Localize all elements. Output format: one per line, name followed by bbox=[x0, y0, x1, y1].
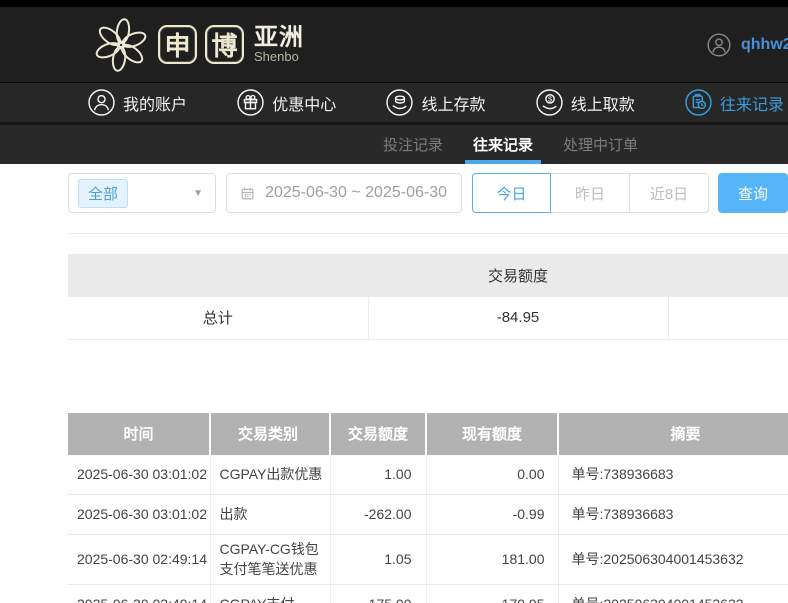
nav-item-records[interactable]: 往来记录 bbox=[685, 89, 784, 116]
nav-label: 线上取款 bbox=[571, 91, 635, 115]
site-header: 申 博 亚洲 Shenbo qhhw2 bbox=[0, 7, 788, 82]
tab-transaction-records[interactable]: 往来记录 bbox=[473, 125, 533, 164]
cell-type: CGPAY出款优惠 bbox=[210, 455, 330, 495]
active-tab-underline bbox=[465, 160, 541, 164]
withdraw-icon: $ bbox=[536, 89, 563, 116]
col-header-time: 时间 bbox=[68, 413, 210, 455]
logo-region-text: 亚洲 Shenbo bbox=[254, 25, 304, 64]
cell-time: 2025-06-30 02:49:14 bbox=[68, 535, 210, 585]
deposit-icon bbox=[386, 89, 413, 116]
nav-item-withdraw[interactable]: $ 线上取款 bbox=[536, 89, 635, 116]
gift-icon bbox=[237, 89, 264, 116]
cell-type: CGPAY支付 bbox=[210, 584, 330, 603]
today-button[interactable]: 今日 bbox=[472, 173, 551, 213]
quick-date-button-group: 今日 昨日 近8日 bbox=[472, 173, 709, 213]
summary-total-amount: -84.95 bbox=[368, 297, 668, 339]
caret-down-icon: ▼ bbox=[193, 188, 203, 199]
filter-divider bbox=[68, 233, 788, 234]
logo-region-en: Shenbo bbox=[254, 50, 304, 64]
logo-char-box: 博 bbox=[205, 25, 244, 64]
yesterday-button[interactable]: 昨日 bbox=[551, 173, 630, 213]
flower-logo-icon bbox=[92, 16, 150, 74]
user-icon bbox=[88, 89, 115, 116]
filter-row: 全部 ▼ 2025-06-30 ~ 2025-06-30 今日 昨日 近8日 查… bbox=[68, 173, 788, 213]
table-row: 2025-06-30 03:01:02 CGPAY出款优惠 1.00 0.00 … bbox=[68, 455, 788, 495]
nav-item-deposit[interactable]: 线上存款 bbox=[386, 89, 485, 116]
cell-memo: 单号:738936683 bbox=[558, 495, 788, 535]
cell-type: CGPAY-CG钱包支付笔笔送优惠 bbox=[210, 535, 330, 585]
summary-total-label: 总计 bbox=[68, 297, 368, 339]
cell-memo: 单号:202506304001453632 bbox=[558, 535, 788, 585]
cell-time: 2025-06-30 03:01:02 bbox=[68, 495, 210, 535]
col-header-type: 交易类别 bbox=[210, 413, 330, 455]
summary-header-count: 交易笔数 bbox=[668, 254, 788, 297]
nav-label: 往来记录 bbox=[720, 91, 784, 115]
cell-type: 出款 bbox=[210, 495, 330, 535]
user-account-area[interactable]: qhhw2 bbox=[707, 7, 788, 82]
cell-amount: 1.00 bbox=[330, 455, 426, 495]
records-icon bbox=[685, 89, 712, 116]
cell-amount: 175.00 bbox=[330, 584, 426, 603]
nav-label: 优惠中心 bbox=[272, 91, 336, 115]
nav-label: 线上存款 bbox=[421, 91, 485, 115]
cell-time: 2025-06-30 02:49:14 bbox=[68, 584, 210, 603]
summary-total-count bbox=[668, 297, 788, 339]
selected-type-tag[interactable]: 全部 bbox=[78, 179, 128, 208]
username-label[interactable]: qhhw2 bbox=[741, 36, 788, 54]
tab-label: 处理中订单 bbox=[563, 134, 638, 155]
svg-text:$: $ bbox=[548, 94, 552, 103]
cell-balance: 0.00 bbox=[426, 455, 558, 495]
summary-header-amount: 交易额度 bbox=[368, 254, 668, 297]
site-logo[interactable]: 申 博 亚洲 Shenbo bbox=[92, 16, 304, 74]
cell-amount: 1.05 bbox=[330, 535, 426, 585]
cell-balance: 181.00 bbox=[426, 535, 558, 585]
col-header-balance: 现有额度 bbox=[426, 413, 558, 455]
tab-betting-records[interactable]: 投注记录 bbox=[383, 125, 443, 164]
date-range-input[interactable]: 2025-06-30 ~ 2025-06-30 bbox=[226, 173, 462, 213]
records-header-row: 时间 交易类别 交易额度 现有额度 摘要 bbox=[68, 413, 788, 455]
avatar-icon bbox=[707, 33, 731, 57]
logo-region-cn: 亚洲 bbox=[254, 25, 304, 50]
table-row: 2025-06-30 02:49:14 CGPAY-CG钱包支付笔笔送优惠 1.… bbox=[68, 535, 788, 585]
cell-amount: -262.00 bbox=[330, 495, 426, 535]
main-nav: 我的账户 优惠中心 线上存款 $ 线上取款 bbox=[0, 82, 788, 122]
cell-memo: 单号:738936683 bbox=[558, 455, 788, 495]
cell-balance: 179.95 bbox=[426, 584, 558, 603]
search-button[interactable]: 查询 bbox=[718, 173, 788, 213]
summary-header-blank bbox=[68, 254, 368, 297]
records-sub-nav: 投注记录 往来记录 处理中订单 bbox=[0, 122, 788, 164]
tab-label: 投注记录 bbox=[383, 134, 443, 155]
table-row: 2025-06-30 03:01:02 出款 -262.00 -0.99 单号:… bbox=[68, 495, 788, 535]
col-header-amount: 交易额度 bbox=[330, 413, 426, 455]
nav-item-promotions[interactable]: 优惠中心 bbox=[237, 89, 336, 116]
cell-balance: -0.99 bbox=[426, 495, 558, 535]
last-8-days-button[interactable]: 近8日 bbox=[630, 173, 709, 213]
nav-label: 我的账户 bbox=[123, 91, 187, 115]
nav-item-my-account[interactable]: 我的账户 bbox=[88, 89, 187, 116]
tab-processing-orders[interactable]: 处理中订单 bbox=[563, 125, 638, 164]
summary-table: 交易额度 交易笔数 总计 -84.95 bbox=[68, 254, 788, 340]
records-table: 时间 交易类别 交易额度 现有额度 摘要 2025-06-30 03:01:02… bbox=[68, 413, 788, 603]
tab-label: 往来记录 bbox=[473, 134, 533, 155]
summary-total-row: 总计 -84.95 bbox=[68, 297, 788, 339]
logo-char-box: 申 bbox=[158, 25, 197, 64]
top-strip bbox=[0, 0, 788, 7]
summary-header-row: 交易额度 交易笔数 bbox=[68, 254, 788, 297]
cell-memo: 单号:202506304001453632 bbox=[558, 584, 788, 603]
transaction-type-select[interactable]: 全部 ▼ bbox=[68, 173, 216, 213]
cell-time: 2025-06-30 03:01:02 bbox=[68, 455, 210, 495]
col-header-memo: 摘要 bbox=[558, 413, 788, 455]
date-range-value: 2025-06-30 ~ 2025-06-30 bbox=[265, 184, 447, 202]
calendar-icon bbox=[241, 185, 254, 202]
table-row: 2025-06-30 02:49:14 CGPAY支付 175.00 179.9… bbox=[68, 584, 788, 603]
